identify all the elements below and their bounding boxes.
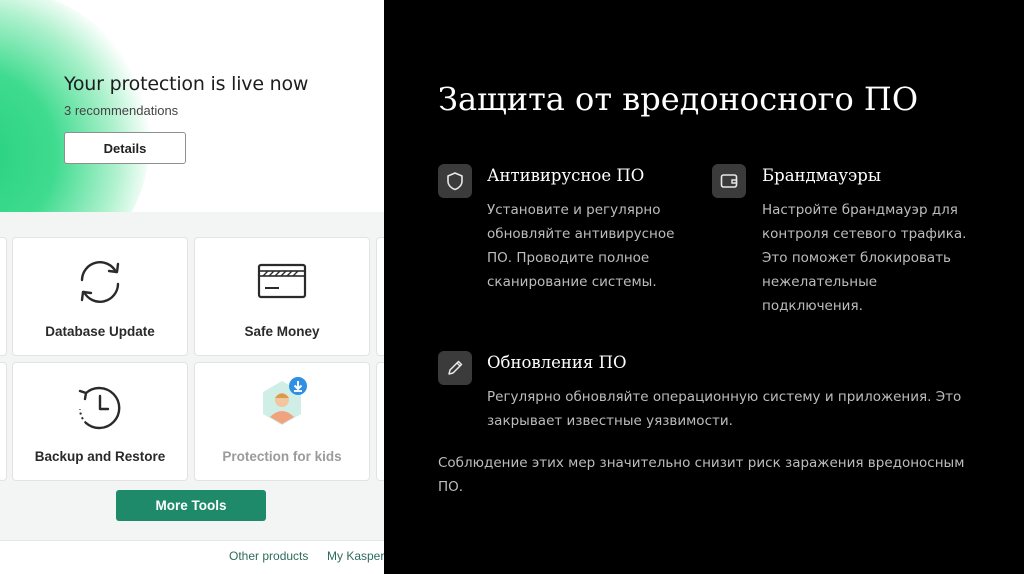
tile-protection-kids[interactable]: Protection for kids — [195, 363, 369, 480]
slide-panel: Защита от вредоносного ПО Антивирусное П… — [384, 0, 1024, 574]
tile-label: Database Update — [45, 324, 155, 339]
my-kaspersky-link[interactable]: My Kasper — [327, 549, 384, 563]
updates-icon-box — [438, 351, 472, 385]
more-tools-button[interactable]: More Tools — [116, 490, 266, 521]
credit-card-icon — [257, 263, 307, 299]
text-line: Регулярно обновляйте операционную систем… — [487, 389, 962, 405]
kid-avatar-icon — [263, 377, 307, 425]
tile-partial-right-bottom[interactable] — [377, 363, 384, 480]
text-line: контроля сетевого трафика. — [762, 226, 967, 242]
refresh-icon — [80, 261, 120, 303]
shield-icon — [447, 172, 463, 191]
slide-title: Защита от вредоносного ПО — [438, 80, 919, 118]
firewall-icon-box — [712, 164, 746, 198]
feature-title-antivirus: Антивирусное ПО — [487, 166, 645, 185]
text-line: сканирование системы. — [487, 274, 657, 290]
tile-backup-restore[interactable]: Backup and Restore — [13, 363, 187, 480]
details-button[interactable]: Details — [64, 132, 186, 164]
text-line: ПО. Проводите полное — [487, 250, 650, 266]
feature-title-updates: Обновления ПО — [487, 353, 627, 372]
other-products-link[interactable]: Other products — [229, 549, 308, 563]
tile-partial-left-bottom[interactable] — [0, 363, 6, 480]
text-line: Это поможет блокировать — [762, 250, 952, 266]
text-line: нежелательные — [762, 274, 878, 290]
tile-label: Backup and Restore — [34, 449, 166, 464]
pencil-icon — [448, 360, 463, 375]
protection-status-card: Your protection is live now 3 recommenda… — [0, 0, 384, 212]
protection-status-title: Your protection is live now — [64, 73, 309, 95]
tile-safe-money[interactable]: Safe Money — [195, 238, 369, 355]
text-line: Установите и регулярно — [487, 202, 661, 218]
tile-partial-left-top[interactable] — [0, 238, 6, 355]
feature-text-antivirus: Установите и регулярно обновляйте антиви… — [487, 198, 707, 294]
tile-label: Protection for kids — [222, 449, 342, 464]
backup-clock-icon — [78, 386, 121, 430]
app-screenshot: Your protection is live now 3 recommenda… — [0, 0, 384, 574]
tile-partial-right-top[interactable] — [377, 238, 384, 355]
feature-text-updates: Регулярно обновляйте операционную систем… — [487, 385, 997, 433]
recommendations-count[interactable]: 3 recommendations — [64, 103, 178, 118]
text-line: Настройте брандмауэр для — [762, 202, 958, 218]
tile-database-update[interactable]: Database Update — [13, 238, 187, 355]
wallet-icon — [720, 174, 738, 188]
feature-title-firewall: Брандмауэры — [762, 166, 881, 185]
text-line: закрывает известные уязвимости. — [487, 413, 733, 429]
text-line: ПО. — [438, 479, 464, 495]
text-line: Соблюдение этих мер значительно снизит р… — [438, 455, 965, 471]
text-line: подключения. — [762, 298, 863, 314]
text-line: обновляйте антивирусное — [487, 226, 675, 242]
antivirus-icon-box — [438, 164, 472, 198]
slide-summary: Соблюдение этих мер значительно снизит р… — [438, 451, 978, 499]
tile-label: Safe Money — [244, 324, 320, 339]
feature-text-firewall: Настройте брандмауэр для контроля сетево… — [762, 198, 992, 318]
